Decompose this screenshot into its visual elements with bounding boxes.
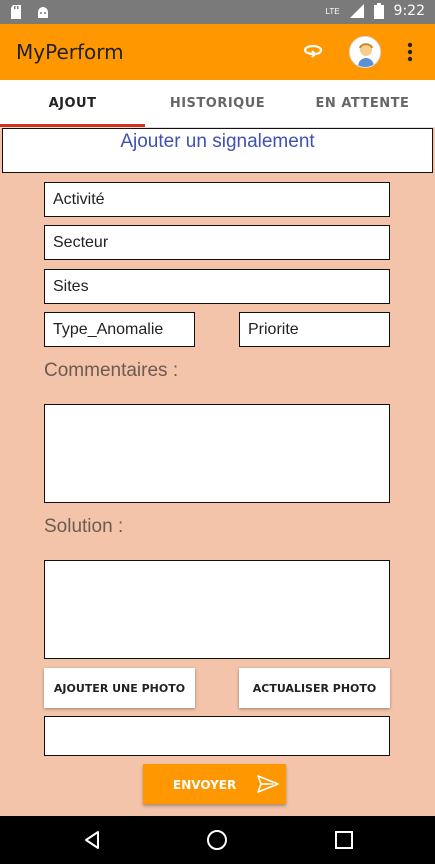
photo-path-field[interactable] [44,716,390,756]
home-icon[interactable] [205,828,229,852]
secteur-field[interactable]: Secteur [44,225,390,260]
tab-ajout[interactable]: AJOUT [0,80,145,127]
tab-bar: AJOUT HISTORIQUE EN ATTENTE [0,80,435,128]
battery-icon [373,3,384,19]
type-anomalie-field[interactable]: Type_Anomalie [44,312,195,347]
tab-historique[interactable]: HISTORIQUE [145,80,290,127]
network-type: LTE [325,6,340,16]
status-bar: LTE 9:22 [0,0,435,24]
app-bar: MyPerform [0,24,435,80]
sites-field[interactable]: Sites [44,269,390,304]
navigation-bar [0,816,435,864]
back-icon[interactable] [80,828,104,852]
avatar-icon [358,43,374,67]
refresh-photo-button[interactable]: ACTUALISER PHOTO [239,668,390,708]
send-button[interactable]: ENVOYER [143,764,286,804]
solution-textarea[interactable] [44,560,390,659]
priorite-field[interactable]: Priorite [239,312,390,347]
android-icon [38,7,48,18]
recent-apps-icon[interactable] [332,828,356,852]
form-title: Ajouter un signalement [120,131,315,152]
sd-card-icon [11,5,21,19]
app-title: MyPerform [16,40,124,64]
commentaires-label: Commentaires : [44,360,179,381]
clock: 9:22 [393,3,425,19]
add-photo-button[interactable]: AJOUTER UNE PHOTO [44,668,195,708]
commentaires-textarea[interactable] [44,404,390,503]
solution-label: Solution : [44,516,124,537]
form-header: Ajouter un signalement [2,128,433,173]
tab-en-attente[interactable]: EN ATTENTE [290,80,435,127]
signal-icon [349,4,364,18]
avatar[interactable] [349,36,381,68]
refresh-icon[interactable] [301,40,325,64]
send-button-label: ENVOYER [173,778,237,792]
send-icon [257,775,279,793]
overflow-menu-icon[interactable] [402,40,418,64]
activite-field[interactable]: Activité [44,182,390,217]
